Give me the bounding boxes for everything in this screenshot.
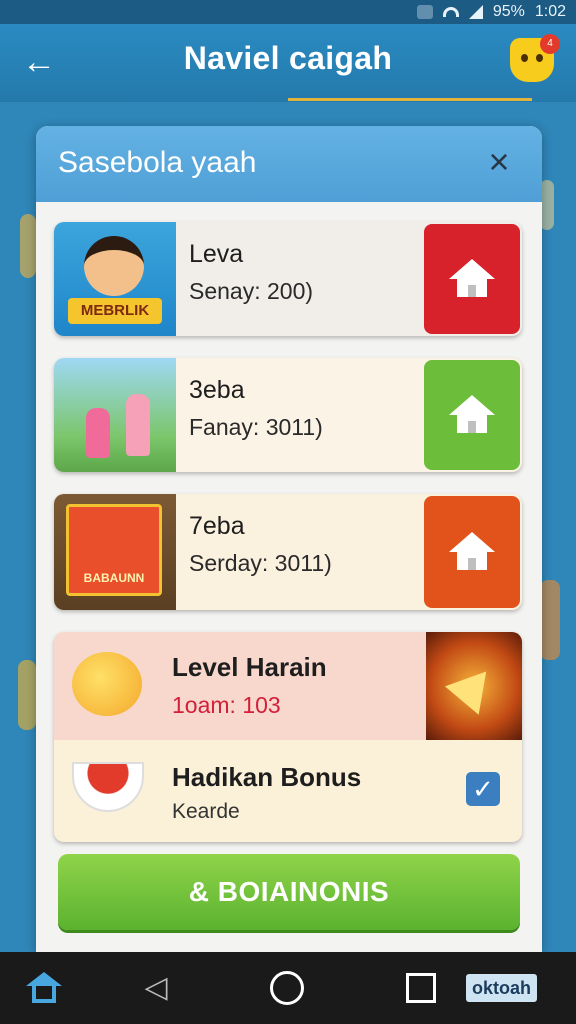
app-bar: ← Naviel caigah 4: [0, 24, 576, 102]
level-bonus-row[interactable]: Level Harain 1oam: 103: [54, 632, 522, 740]
bonus-checkbox[interactable]: ✓: [466, 772, 500, 806]
close-icon[interactable]: ×: [482, 144, 516, 180]
boost-tile[interactable]: [426, 632, 522, 740]
mute-icon: [416, 5, 433, 19]
system-nav-bar: ◁ oktoah: [0, 952, 576, 1024]
title-underline: [288, 98, 532, 101]
game-box-thumbnail: BABAUNN: [54, 494, 176, 610]
dialog-header: Sasebola yaah ×: [36, 126, 542, 202]
character-thumbnail: MEBRLIK: [54, 222, 176, 336]
home-button[interactable]: [424, 360, 520, 470]
level-card[interactable]: MEBRLIK Leva Senay: 200): [54, 222, 522, 336]
brand-label: oktoah: [466, 974, 538, 1002]
bowl-icon: [72, 762, 144, 812]
background-tile: [540, 180, 554, 230]
level-dialog: Sasebola yaah × MEBRLIK Leva Senay: 200)…: [36, 126, 542, 952]
home-button[interactable]: [424, 224, 520, 334]
card-subtitle: Senay: 200): [189, 278, 314, 304]
dialog-title: Sasebola yaah: [58, 146, 257, 179]
nav-recents-square-icon[interactable]: [406, 973, 436, 1003]
boy-face-icon: [84, 236, 144, 296]
hadikan-bonus-sub: Kearde: [172, 800, 240, 823]
level-bonus-count: 1oam: 103: [172, 692, 281, 718]
nav-home-icon[interactable]: [24, 968, 64, 1008]
primary-action-button[interactable]: & BOIAINONIS: [58, 854, 520, 930]
arrow-icon: [444, 657, 504, 715]
card-title: Leva: [189, 240, 244, 268]
status-bar: 95% 1:02: [0, 0, 576, 24]
hadikan-bonus-title: Hadikan Bonus: [172, 762, 362, 792]
box-art: BABAUNN: [66, 504, 162, 596]
home-icon: [449, 259, 495, 299]
wifi-icon: [442, 7, 459, 17]
background-tile: [18, 660, 36, 730]
kid-figure: [86, 408, 110, 458]
nav-back-icon[interactable]: ◁: [136, 968, 176, 1008]
box-art-label: BABAUNN: [83, 571, 145, 585]
notification-badge: 4: [540, 34, 560, 54]
level-bonus-title: Level Harain: [172, 652, 327, 682]
card-title: 3eba: [189, 376, 245, 404]
level-card[interactable]: 3eba Fanay: 3011): [54, 358, 522, 472]
kids-thumbnail: [54, 358, 176, 472]
card-subtitle: Fanay: 3011): [189, 414, 323, 440]
card-subtitle: Serday: 3011): [189, 550, 332, 576]
background-tile: [540, 580, 560, 660]
thumbnail-banner: MEBRLIK: [68, 298, 162, 324]
card-title: 7eba: [189, 512, 245, 540]
kid-figure: [126, 394, 150, 456]
clock: 1:02: [534, 3, 566, 20]
signal-icon: [468, 5, 483, 19]
home-icon: [449, 532, 495, 572]
page-title: Naviel caigah: [183, 40, 393, 76]
level-card[interactable]: BABAUNN 7eba Serday: 3011): [54, 494, 522, 610]
battery-level: 95%: [492, 3, 525, 20]
bonus-panel: Level Harain 1oam: 103 Hadikan Bonus Kea…: [54, 632, 522, 842]
home-button[interactable]: [424, 496, 520, 608]
background-tile: [20, 214, 36, 278]
chick-mascot-icon: [72, 652, 142, 716]
nav-overview-circle-icon[interactable]: [270, 971, 304, 1005]
home-icon: [449, 395, 495, 435]
